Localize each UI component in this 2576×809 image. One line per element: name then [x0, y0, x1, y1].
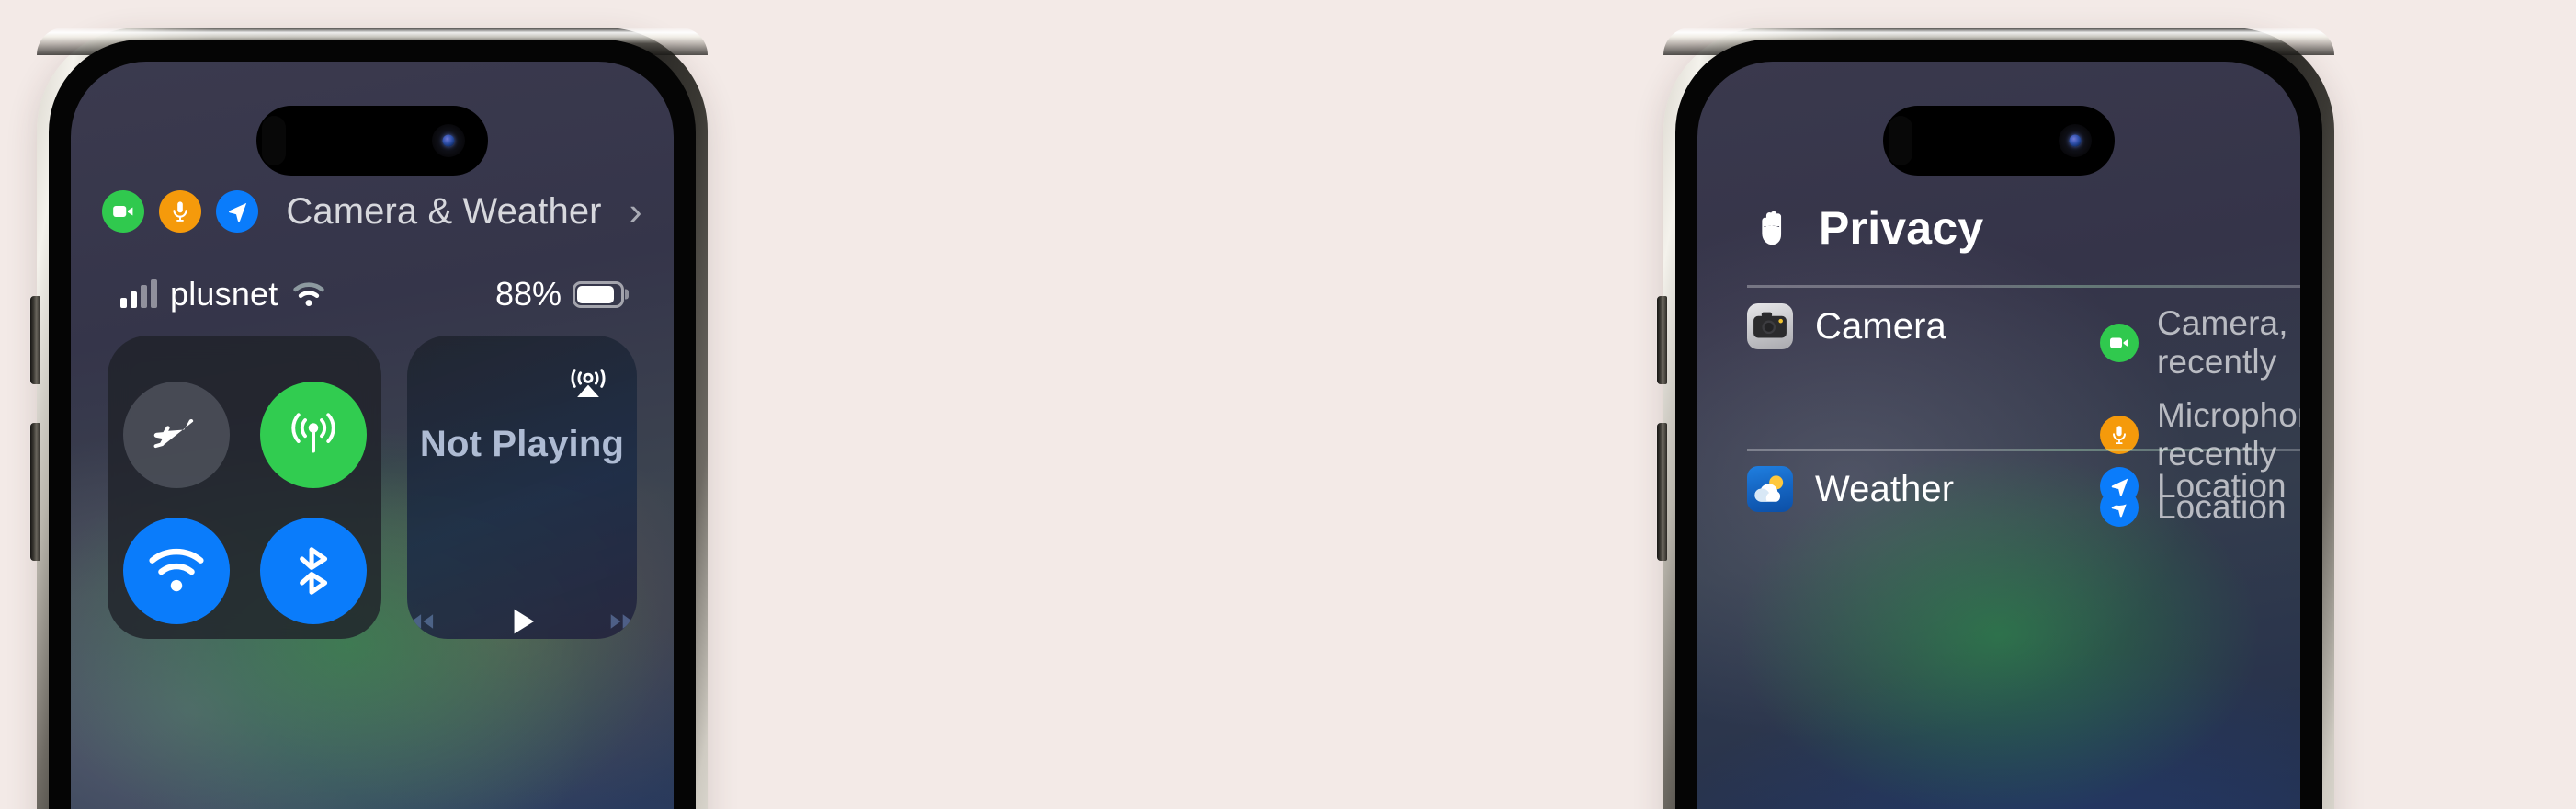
microphone-indicator	[159, 190, 202, 233]
privacy-pill-label: Camera & Weather	[286, 190, 602, 232]
device-screen: Camera & Weather › plusnet 88% Not Playi…	[71, 62, 674, 809]
privacy-app-name: Weather	[1815, 468, 1955, 509]
control-center-tiles: Not Playing	[108, 336, 637, 639]
status-bar-left: plusnet	[120, 275, 326, 313]
chevron-right-icon: ›	[629, 189, 642, 233]
privacy-app: Camera	[1747, 303, 2100, 349]
airplane-icon	[153, 418, 193, 449]
privacy-divider-top	[1747, 285, 2300, 288]
microphone-icon	[2113, 426, 2126, 444]
battery-percent-label: 88%	[494, 275, 562, 313]
privacy-app: Weather	[1747, 466, 2100, 512]
camera-app-icon	[1747, 303, 1793, 349]
battery-icon	[573, 280, 624, 308]
cellular-bars-icon	[120, 279, 157, 308]
privacy-usage-label: Location	[2157, 467, 2287, 505]
status-bar-right: 88%	[495, 275, 624, 313]
now-playing-tile[interactable]: Not Playing	[407, 336, 637, 639]
video-camera-icon	[2110, 337, 2128, 348]
privacy-header: Privacy	[1754, 201, 1983, 255]
action-button[interactable]	[30, 296, 40, 384]
location-arrow-icon	[2111, 478, 2128, 496]
wifi-toggle[interactable]	[122, 518, 230, 624]
now-playing-title: Not Playing	[419, 424, 625, 464]
cellular-data-toggle[interactable]	[259, 382, 367, 488]
camera-indicator	[2100, 324, 2139, 362]
privacy-usage-list: Location	[2100, 466, 2287, 506]
connectivity-tile[interactable]	[108, 336, 381, 639]
play-icon[interactable]	[505, 589, 539, 639]
device-bezel: Camera & Weather › plusnet 88% Not Playi…	[49, 40, 696, 809]
cellular-antenna-icon	[290, 413, 335, 453]
wifi-icon	[292, 282, 324, 307]
airplay-audio-icon[interactable]	[567, 359, 609, 402]
privacy-title: Privacy	[1819, 202, 1984, 254]
raised-hand-icon	[1762, 211, 1782, 245]
control-center: Camera & Weather › plusnet 88% Not Playi…	[71, 62, 674, 809]
device-screen: Privacy Camera Camera, recently Micropho…	[1697, 62, 2300, 809]
privacy-divider-bottom	[1747, 449, 2300, 451]
location-indicator	[2100, 467, 2139, 506]
iphone-right-device: Privacy Camera Camera, recently Micropho…	[1657, 28, 2334, 809]
privacy-usage-item: Microphone, recently	[2100, 396, 2300, 473]
privacy-usage-label: Camera, recently	[2157, 304, 2288, 381]
privacy-usage-item: Location	[2100, 467, 2287, 506]
location-indicator	[216, 190, 259, 233]
screenshot-stage: Camera & Weather › plusnet 88% Not Playi…	[0, 0, 2576, 809]
privacy-row-weather[interactable]: Weather Location	[1747, 466, 2300, 512]
iphone-left-device: Camera & Weather › plusnet 88% Not Playi…	[30, 28, 708, 809]
volume-up-button[interactable]	[30, 423, 40, 561]
privacy-usage-item: Camera, recently	[2100, 304, 2300, 382]
media-transport-controls	[407, 589, 637, 639]
weather-glyph-icon	[1754, 475, 1784, 502]
privacy-app-name: Camera	[1815, 305, 1946, 347]
video-camera-icon	[113, 206, 133, 217]
rewind-icon[interactable]	[407, 595, 437, 639]
bluetooth-icon	[299, 547, 327, 595]
wifi-icon	[148, 548, 204, 592]
privacy-panel: Privacy Camera Camera, recently Micropho…	[1697, 62, 2300, 809]
privacy-pill[interactable]: Camera & Weather ›	[71, 190, 674, 233]
status-bar: plusnet 88%	[120, 275, 624, 313]
bluetooth-toggle[interactable]	[259, 518, 367, 624]
airplane-mode-toggle[interactable]	[122, 382, 230, 488]
action-button[interactable]	[1657, 296, 1667, 384]
camera-indicator	[102, 190, 145, 233]
volume-up-button[interactable]	[1657, 423, 1667, 561]
weather-app-icon	[1747, 466, 1793, 512]
camera-glyph-icon	[1753, 312, 1787, 338]
microphone-icon	[173, 201, 187, 222]
privacy-usage-label: Microphone, recently	[2157, 396, 2300, 473]
carrier-name: plusnet	[170, 275, 278, 313]
fast-forward-icon[interactable]	[607, 595, 637, 639]
device-bezel: Privacy Camera Camera, recently Micropho…	[1675, 40, 2322, 809]
location-arrow-icon	[228, 202, 247, 222]
